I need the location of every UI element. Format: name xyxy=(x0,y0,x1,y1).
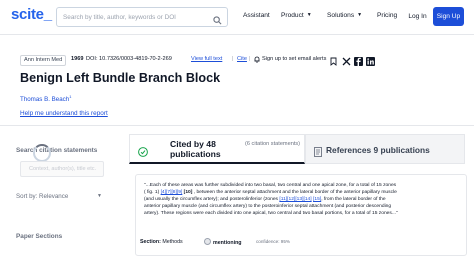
tab-cited-by[interactable]: Cited by 48 publications (6 citation sta… xyxy=(129,134,305,164)
references-icon xyxy=(314,144,322,162)
top-navbar: scite_ Assistant Product▼ Solutions▼ Pri… xyxy=(0,0,474,35)
divider xyxy=(0,125,474,126)
help-understand-link[interactable]: Help me understand this report xyxy=(20,110,108,117)
doi[interactable]: DOI: 10.7326/0003-4819-70-2-269 xyxy=(86,56,172,62)
references-count: References 9 publications xyxy=(326,145,430,155)
chevron-down-icon: ▼ xyxy=(97,193,102,199)
tab-references[interactable]: References 9 publications xyxy=(305,134,465,164)
section-info: Section: Methods xyxy=(140,239,183,245)
nav-product[interactable]: Product ▼ xyxy=(281,12,312,19)
nav-pricing[interactable]: Pricing xyxy=(377,12,397,19)
search-icon[interactable] xyxy=(213,12,222,30)
nav-solutions[interactable]: Solutions ▼ xyxy=(327,12,362,19)
confidence-score: confidence: 95% xyxy=(256,239,290,244)
citation-search-box[interactable] xyxy=(20,161,104,177)
chevron-down-icon: ▼ xyxy=(357,12,363,18)
nav-assistant[interactable]: Assistant xyxy=(243,12,270,19)
citation-search-input[interactable] xyxy=(29,162,101,176)
citation-quote: "...Each of these areas was further subd… xyxy=(144,183,398,216)
view-full-text-link[interactable]: View full text xyxy=(191,56,222,62)
cite-link[interactable]: Cite xyxy=(237,56,247,62)
separator: | xyxy=(249,56,251,62)
cited-by-icon xyxy=(138,144,148,162)
mentioning-icon xyxy=(204,238,211,245)
author-link[interactable]: Thomas B. Beach1 xyxy=(20,94,71,103)
bell-icon[interactable] xyxy=(254,56,260,65)
chevron-down-icon: ▼ xyxy=(306,12,312,18)
sort-dropdown[interactable]: Sort by: Relevance ▼ xyxy=(16,193,102,200)
reference-link[interactable]: [4][7][8][9] xyxy=(161,190,183,195)
separator: | xyxy=(232,56,234,62)
paper-sections-label: Paper Sections xyxy=(16,233,63,240)
bookmark-icon[interactable] xyxy=(330,53,337,71)
reference-link[interactable]: [11][12][13][14] xyxy=(279,197,311,202)
journal-badge[interactable]: Ann Intern Med xyxy=(20,55,67,66)
search-input[interactable] xyxy=(63,8,208,26)
search-citations-label: Search citation statements xyxy=(16,147,98,154)
twitter-icon[interactable] xyxy=(342,53,351,71)
signup-button[interactable]: Sign Up xyxy=(433,7,464,26)
cited-by-count: Cited by 48 publications xyxy=(170,139,221,159)
citation-statements-count: (6 citation statements) xyxy=(245,141,301,147)
loading-spinner xyxy=(33,144,51,162)
linkedin-icon[interactable] xyxy=(366,53,375,71)
email-alert-link[interactable]: Sign up to set email alerts xyxy=(262,56,326,62)
citation-statement-card: "...Each of these areas was further subd… xyxy=(135,174,467,256)
reference-link[interactable]: [15] xyxy=(313,197,321,202)
search-box[interactable] xyxy=(56,7,228,27)
page-title: Benign Left Bundle Branch Block xyxy=(20,71,221,85)
scite-logo[interactable]: scite_ xyxy=(11,6,52,23)
login-button[interactable]: Log In xyxy=(404,7,431,26)
mentioning-badge[interactable]: mentioning xyxy=(204,238,242,246)
publication-year: 1969 xyxy=(71,56,84,62)
facebook-icon[interactable] xyxy=(354,53,363,71)
